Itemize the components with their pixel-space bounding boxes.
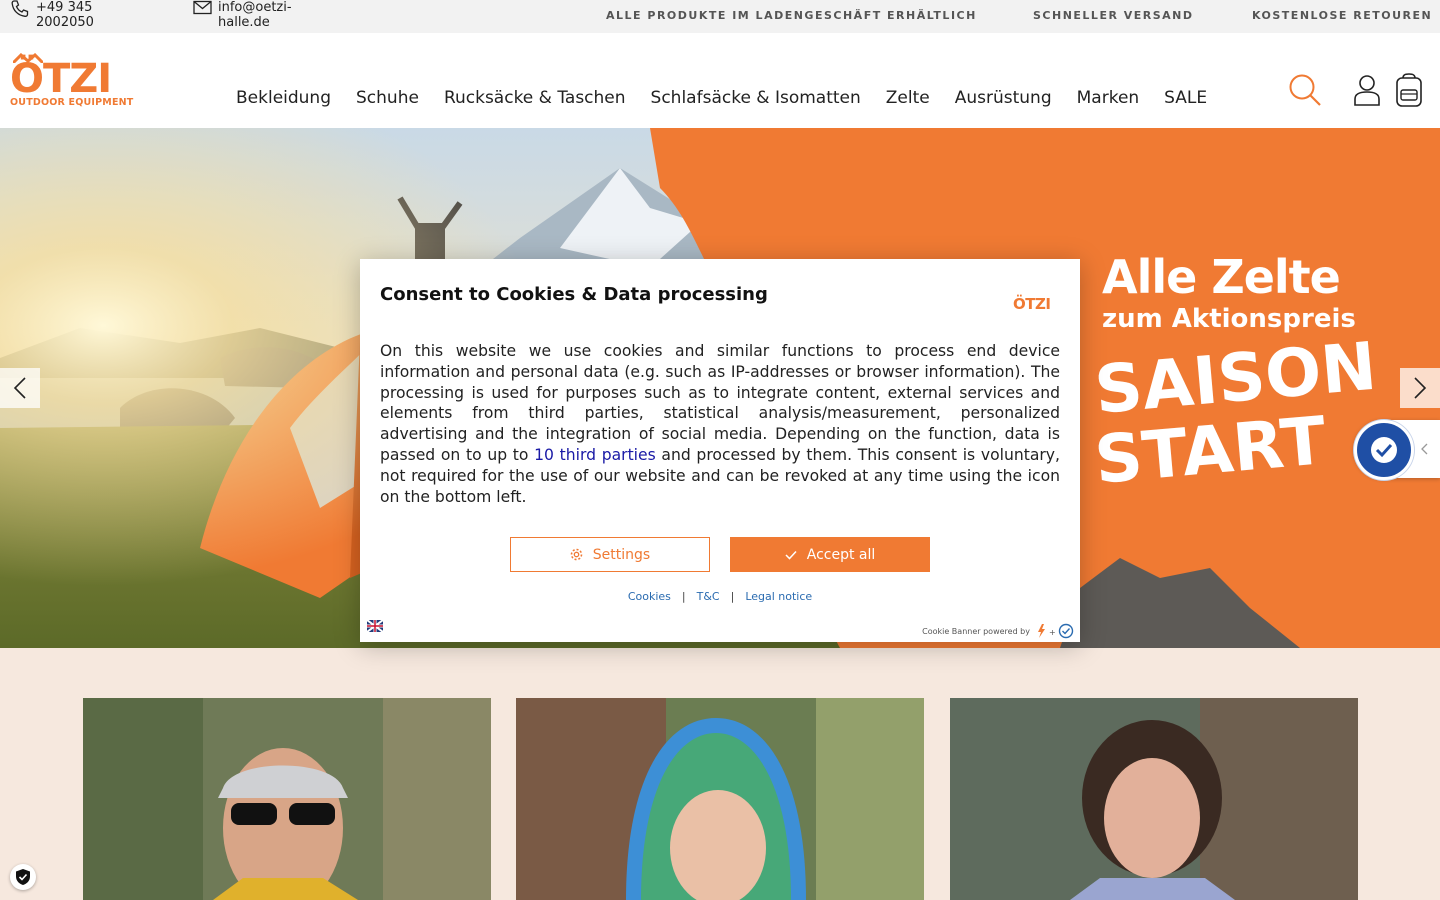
main-nav: Bekleidung Schuhe Rucksäcke & Taschen Sc…: [236, 88, 1232, 108]
usp-returns: KOSTENLOSE RETOUREN: [1252, 9, 1433, 22]
email-contact[interactable]: info@oetzi-halle.de: [193, 0, 313, 30]
hero-headline: Alle Zelte: [1102, 250, 1341, 304]
logo-wordmark: ÖTZI: [10, 56, 112, 102]
third-parties-link[interactable]: 10 third parties: [534, 446, 656, 464]
cookie-consent-dialog: Consent to Cookies & Data processing ÖTZ…: [360, 259, 1080, 642]
link-separator: |: [681, 590, 686, 603]
brand-logo[interactable]: ÖTZI OUTDOOR EQUIPMENT: [10, 53, 133, 109]
cookie-description: On this website we use cookies and simil…: [380, 341, 1060, 507]
authorized-partner-seal: [1354, 420, 1414, 480]
cookie-brand-logo: ÖTZI: [1013, 295, 1051, 313]
account-icon[interactable]: [1353, 73, 1381, 107]
nav-item-schlafsaecke[interactable]: Schlafsäcke & Isomatten: [651, 88, 861, 108]
cookie-title: Consent to Cookies & Data processing: [380, 284, 768, 305]
check-seal-icon: [1371, 437, 1397, 463]
phone-icon: [11, 0, 29, 17]
cookie-footer-links: Cookies | T&C | Legal notice: [360, 590, 1080, 603]
card-image-men: [83, 698, 491, 900]
provider-logos-icon[interactable]: +: [1032, 623, 1076, 639]
nav-item-marken[interactable]: Marken: [1077, 88, 1140, 108]
site-header: ÖTZI OUTDOOR EQUIPMENT Bekleidung Schuhe…: [0, 33, 1440, 128]
top-bar: +49 345 2002050 info@oetzi-halle.de ALLE…: [0, 0, 1440, 33]
search-icon[interactable]: [1288, 73, 1322, 107]
hero-big-line2: START: [1091, 402, 1329, 499]
mail-icon: [193, 0, 212, 15]
logo-tagline: OUTDOOR EQUIPMENT: [10, 97, 134, 108]
legal-notice-link[interactable]: Legal notice: [745, 590, 812, 603]
phone-number[interactable]: +49 345 2002050: [36, 0, 150, 30]
nav-item-ausruestung[interactable]: Ausrüstung: [955, 88, 1052, 108]
category-section: [0, 648, 1440, 900]
shield-check-icon: [16, 869, 30, 885]
gear-icon: [570, 548, 583, 561]
trusted-badge[interactable]: [1354, 420, 1440, 480]
nav-item-rucksaecke[interactable]: Rucksäcke & Taschen: [444, 88, 626, 108]
accept-all-label: Accept all: [806, 546, 876, 563]
language-flag-icon[interactable]: [367, 620, 383, 632]
settings-label: Settings: [592, 546, 651, 563]
hero-subline: zum Aktionspreis: [1102, 304, 1356, 334]
link-separator: |: [730, 590, 735, 603]
chevron-left-icon: [13, 377, 26, 399]
chevron-left-small-icon: [1421, 443, 1428, 455]
usp-shipping: SCHNELLER VERSAND: [1033, 9, 1194, 22]
card-image-women: [950, 698, 1358, 900]
nav-item-sale[interactable]: SALE: [1164, 88, 1207, 108]
usp-store: ALLE PRODUKTE IM LADENGESCHÄFT ERHÄLTLIC…: [606, 9, 977, 22]
nav-item-zelte[interactable]: Zelte: [886, 88, 930, 108]
nav-item-schuhe[interactable]: Schuhe: [356, 88, 419, 108]
nav-item-bekleidung[interactable]: Bekleidung: [236, 88, 331, 108]
email-address[interactable]: info@oetzi-halle.de: [218, 0, 313, 30]
category-card-men[interactable]: [83, 698, 491, 900]
hero-rocks: [1060, 558, 1300, 648]
terms-link[interactable]: T&C: [697, 590, 720, 603]
card-image-kids: [516, 698, 924, 900]
slider-next-button[interactable]: [1400, 368, 1440, 408]
backpack-cart-icon[interactable]: [1394, 73, 1424, 107]
accept-all-button[interactable]: Accept all: [730, 537, 930, 572]
cookies-link[interactable]: Cookies: [628, 590, 671, 603]
category-card-kids[interactable]: [516, 698, 924, 900]
svg-text:+: +: [1049, 628, 1056, 637]
category-card-women[interactable]: [950, 698, 1358, 900]
phone-contact[interactable]: +49 345 2002050: [10, 0, 150, 30]
powered-by-text: Cookie Banner powered by: [922, 627, 1030, 636]
chevron-right-icon: [1414, 377, 1427, 399]
privacy-settings-button[interactable]: [10, 864, 36, 890]
settings-button[interactable]: Settings: [510, 537, 710, 572]
slider-prev-button[interactable]: [0, 368, 40, 408]
check-icon: [785, 550, 797, 560]
